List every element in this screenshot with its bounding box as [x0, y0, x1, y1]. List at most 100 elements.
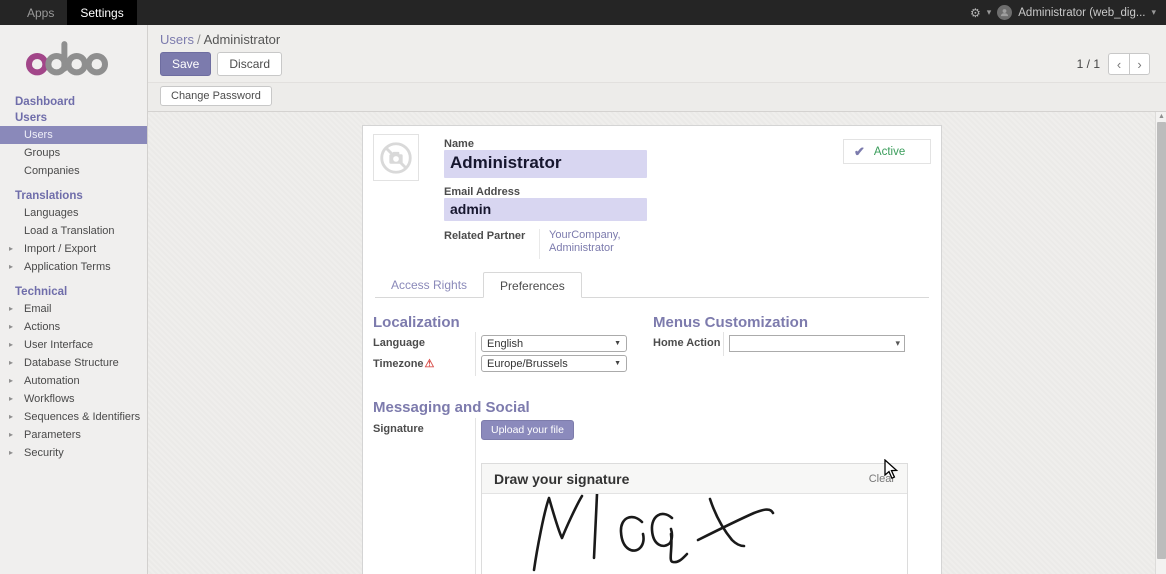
- timezone-label: Timezone⚠: [373, 357, 434, 370]
- language-label: Language: [373, 337, 425, 349]
- expand-arrow-icon: ▸: [9, 340, 13, 349]
- chevron-right-icon: ›: [1137, 57, 1141, 72]
- app-body: Dashboard Users Users Groups Companies T…: [0, 25, 1166, 574]
- pager-buttons: ‹ ›: [1108, 53, 1150, 75]
- upload-file-button[interactable]: Upload your file: [481, 420, 574, 440]
- sidebar-section-users[interactable]: Users: [0, 110, 147, 126]
- breadcrumb: Users/Administrator: [148, 25, 1166, 49]
- form-view-area: Name Administrator Email Address admin R…: [148, 112, 1166, 574]
- sidebar-item-user-interface[interactable]: ▸ User Interface: [0, 336, 147, 354]
- sidebar-item-security[interactable]: ▸Security: [0, 444, 147, 462]
- language-select[interactable]: English ▼: [481, 335, 627, 352]
- name-input[interactable]: Administrator: [444, 150, 647, 178]
- expand-arrow-icon: ▸: [9, 430, 13, 439]
- timezone-value: Europe/Brussels: [487, 358, 568, 370]
- related-partner-link[interactable]: Administrator: [549, 242, 621, 255]
- sidebar-item-automation[interactable]: ▸Automation: [0, 372, 147, 390]
- sidebar-gap: [0, 180, 147, 188]
- name-label: Name: [444, 138, 474, 150]
- breadcrumb-current: Administrator: [204, 32, 281, 47]
- timezone-select[interactable]: Europe/Brussels ▼: [481, 355, 627, 372]
- sidebar-item-parameters[interactable]: ▸Parameters: [0, 426, 147, 444]
- menu-settings[interactable]: Settings: [67, 0, 136, 25]
- sidebar-item-languages[interactable]: Languages: [0, 204, 147, 222]
- top-menu-bar: Apps Settings ⚙ ▾ Administrator (web_dig…: [0, 0, 1166, 25]
- related-partner-label: Related Partner: [444, 230, 525, 242]
- sidebar-section-dashboard[interactable]: Dashboard: [0, 94, 147, 110]
- notebook-tabs: Access Rights Preferences: [375, 272, 929, 298]
- change-password-button[interactable]: Change Password: [160, 86, 272, 106]
- sidebar-item-application-terms[interactable]: ▸Application Terms: [0, 258, 147, 276]
- odoo-logo-icon: [26, 39, 108, 79]
- signature-label: Signature: [373, 423, 424, 435]
- select-caret-icon: ▼: [614, 340, 621, 347]
- sidebar-item-label: Import / Export: [24, 243, 96, 255]
- save-button[interactable]: Save: [160, 52, 211, 76]
- sidebar-section-translations[interactable]: Translations: [0, 188, 147, 204]
- pager-previous-button[interactable]: ‹: [1108, 53, 1129, 75]
- sidebar-item-actions[interactable]: ▸ Actions: [0, 318, 147, 336]
- sidebar-item-label: Workflows: [24, 393, 75, 405]
- main-panel: Users/Administrator Save Discard 1 / 1 ‹…: [148, 25, 1166, 574]
- signature-canvas[interactable]: [482, 494, 907, 574]
- sidebar-item-label: Security: [24, 447, 64, 459]
- sidebar-item-label: Email: [24, 303, 52, 315]
- signature-clear-link[interactable]: Clear: [869, 473, 895, 485]
- no-camera-icon: [377, 139, 415, 177]
- user-menu[interactable]: Administrator (web_dig...: [1018, 7, 1145, 19]
- sidebar-item-companies[interactable]: Companies: [0, 162, 147, 180]
- sidebar-item-users[interactable]: Users: [0, 126, 147, 144]
- signature-panel-title: Draw your signature: [494, 471, 629, 487]
- home-action-combobox[interactable]: ▾: [729, 335, 905, 352]
- user-menu-caret-icon: ▾: [1151, 7, 1156, 18]
- scrollbar-thumb[interactable]: [1157, 122, 1166, 559]
- related-partner-link[interactable]: YourCompany,: [549, 229, 621, 242]
- expand-arrow-icon: ▸: [9, 322, 13, 331]
- discard-button[interactable]: Discard: [217, 52, 282, 76]
- breadcrumb-users-link[interactable]: Users: [160, 32, 194, 47]
- breadcrumb-separator: /: [194, 32, 204, 47]
- sidebar-item-import-export[interactable]: ▸ Import / Export: [0, 240, 147, 258]
- sidebar-item-sequences-identifiers[interactable]: ▸Sequences & Identifiers: [0, 408, 147, 426]
- menu-apps[interactable]: Apps: [14, 0, 67, 25]
- vertical-scrollbar[interactable]: ▲: [1155, 112, 1166, 574]
- sidebar-gap: [0, 276, 147, 284]
- settings-sidebar: Dashboard Users Users Groups Companies T…: [0, 25, 148, 574]
- user-photo-field[interactable]: [373, 134, 419, 181]
- expand-arrow-icon: ▸: [9, 244, 13, 253]
- email-input[interactable]: admin: [444, 198, 647, 221]
- related-partner-value: YourCompany, Administrator: [539, 229, 621, 259]
- group-separator: [475, 418, 476, 574]
- expand-arrow-icon: ▸: [9, 376, 13, 385]
- expand-arrow-icon: ▸: [9, 358, 13, 367]
- sidebar-item-workflows[interactable]: ▸Workflows: [0, 390, 147, 408]
- messaging-section-title: Messaging and Social: [373, 399, 530, 416]
- scrollbar-up-arrow[interactable]: ▲: [1157, 113, 1166, 120]
- email-label: Email Address: [444, 186, 520, 198]
- debug-menu-icon[interactable]: ⚙: [970, 6, 981, 20]
- timezone-warning-icon: ⚠: [425, 358, 435, 370]
- group-separator: [723, 332, 724, 356]
- signature-panel: Draw your signature Clear: [481, 463, 908, 574]
- sidebar-item-groups[interactable]: Groups: [0, 144, 147, 162]
- menus-customization-section-title: Menus Customization: [653, 314, 808, 331]
- form-action-bar: Change Password: [148, 82, 1166, 112]
- sidebar-item-load-a-translation[interactable]: Load a Translation: [0, 222, 147, 240]
- sidebar-item-email[interactable]: ▸ Email: [0, 300, 147, 318]
- expand-arrow-icon: ▸: [9, 304, 13, 313]
- sidebar-item-label: User Interface: [24, 339, 93, 351]
- pager-next-button[interactable]: ›: [1129, 53, 1150, 75]
- debug-caret-icon: ▾: [987, 7, 992, 18]
- sidebar-item-database-structure[interactable]: ▸Database Structure: [0, 354, 147, 372]
- expand-arrow-icon: ▸: [9, 262, 13, 271]
- active-field[interactable]: ✔ Active: [843, 139, 931, 164]
- sidebar-item-label: Actions: [24, 321, 60, 333]
- group-separator: [475, 332, 476, 376]
- sidebar-section-technical[interactable]: Technical: [0, 284, 147, 300]
- tab-preferences[interactable]: Preferences: [483, 272, 582, 298]
- expand-arrow-icon: ▸: [9, 412, 13, 421]
- control-panel-buttons: Save Discard 1 / 1 ‹ ›: [148, 49, 1166, 82]
- chevron-left-icon: ‹: [1117, 57, 1121, 72]
- person-icon: [1000, 8, 1009, 17]
- tab-access-rights[interactable]: Access Rights: [375, 272, 483, 297]
